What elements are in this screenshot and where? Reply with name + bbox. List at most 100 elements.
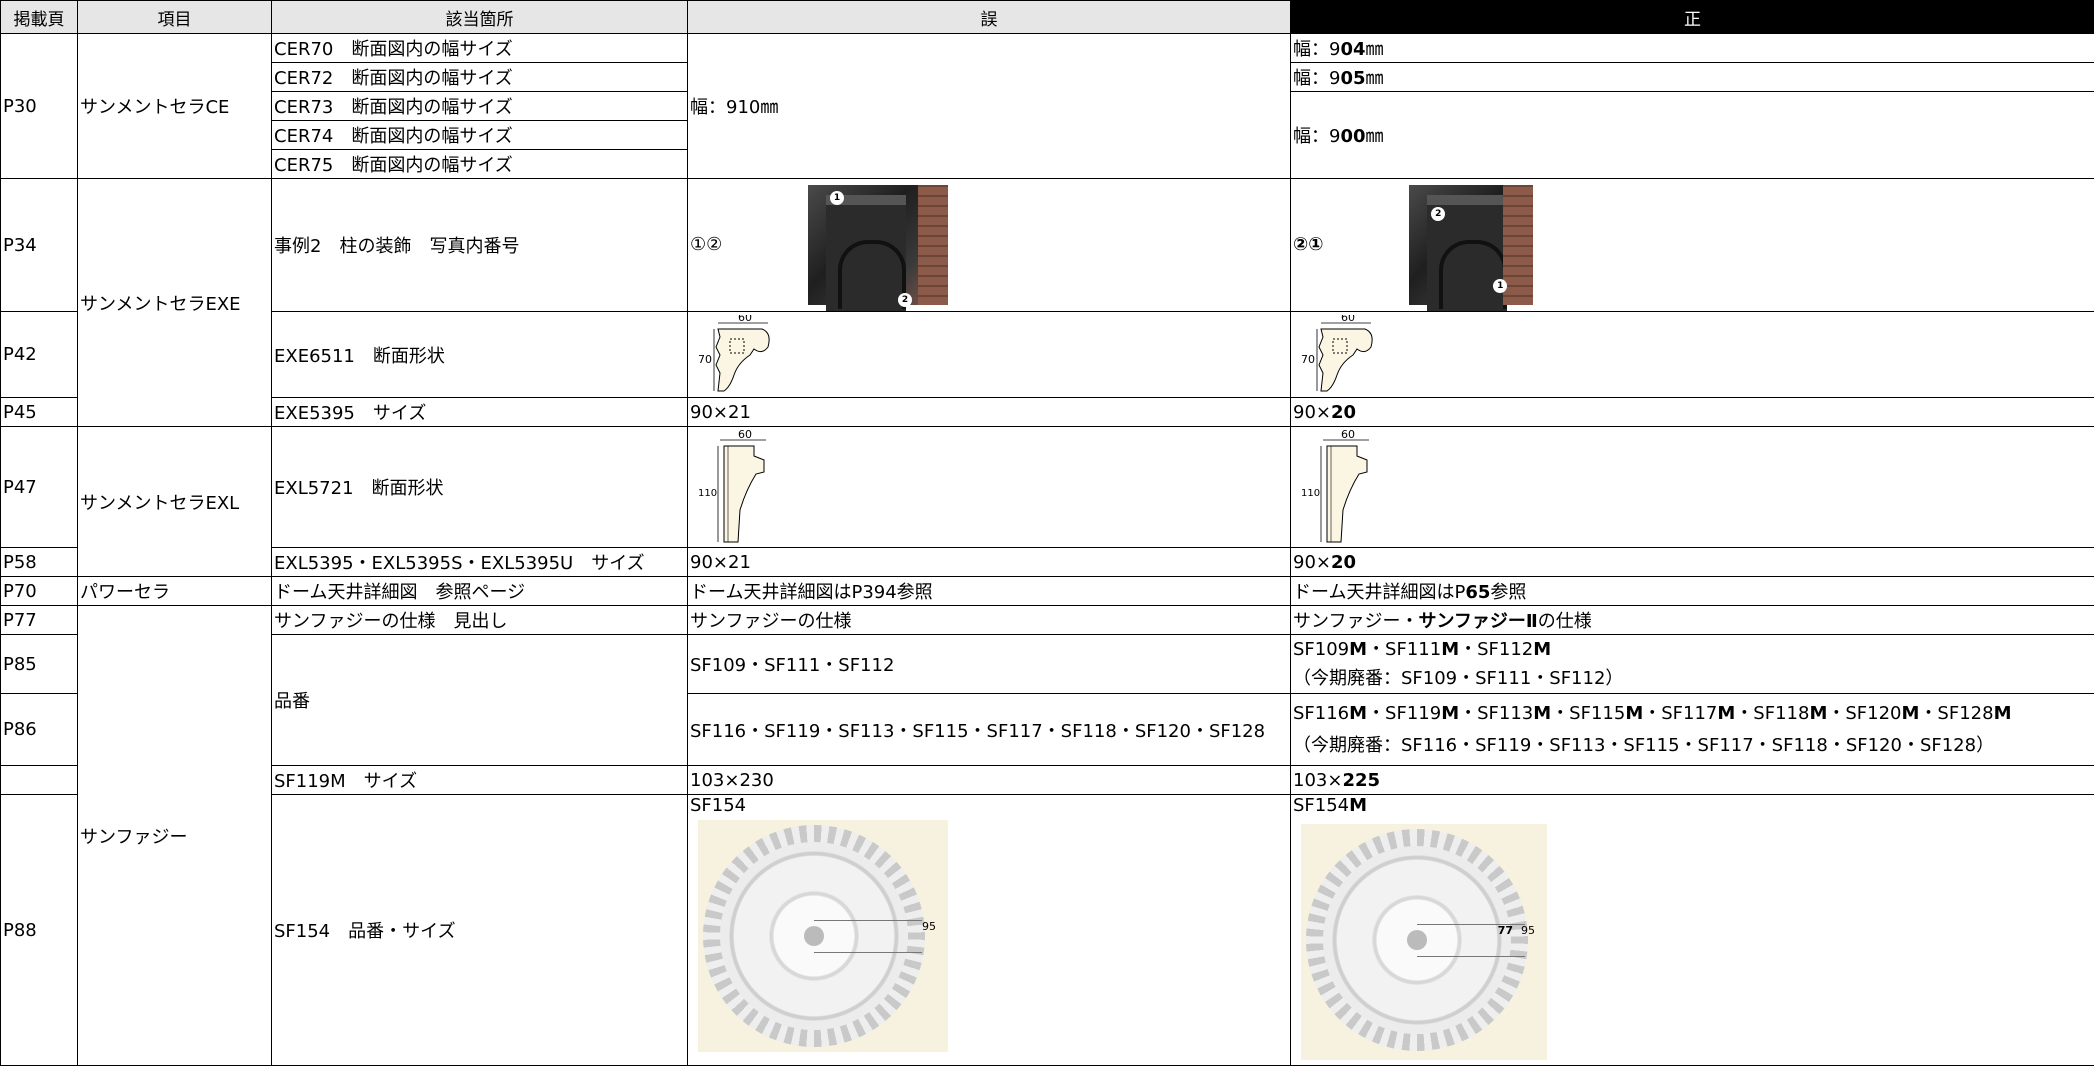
page-cell-empty (0, 765, 78, 795)
table-row: P42 EXE6511 断面形状 60 70 60 70 (0, 311, 2094, 398)
page-cell: P85 (0, 634, 78, 694)
location-cell: CER75 断面図内の幅サイズ (271, 149, 688, 179)
correct-cell: サンファジー・サンファジーⅡの仕様 (1290, 605, 2094, 635)
dim-width-label: 60 (738, 315, 752, 324)
wrong-cell: 103×230 (687, 765, 1291, 795)
correct-line-2: （今期廃番：SF116・SF119・SF113・SF115・SF117・SF11… (1293, 734, 1995, 756)
ceiling-medallion-image: 77 95 (1301, 824, 1547, 1060)
dim-height-label: 70 (698, 353, 712, 366)
correct-line-2: （今期廃番：SF109・SF111・SF112） (1293, 668, 1624, 689)
table-row: P88 SF154 品番・サイズ SF154 95 SF154M 77 95 (0, 794, 2094, 1066)
dim-label: 77 (1497, 924, 1513, 937)
table-row: P30 サンメントセラCE CER70 断面図内の幅サイズ 幅：910㎜ 幅：9… (0, 33, 2094, 179)
location-cell: サンファジーの仕様 見出し (271, 605, 688, 635)
page-cell: P30 (0, 33, 78, 179)
header-row: 掲載頁 項目 該当箇所 誤 正 (0, 0, 2094, 34)
item-cell: サンメントセラCE (77, 33, 272, 179)
location-cell: EXL5395・EXL5395S・EXL5395U サイズ (271, 547, 688, 577)
wrong-number-text: ①② (690, 234, 723, 255)
page-cell: P45 (0, 397, 78, 427)
table-row: P47 サンメントセラEXL EXL5721 断面形状 60 110 60 11… (0, 426, 2094, 577)
correct-cell: 幅：904㎜ (1290, 33, 2094, 63)
page-cell: P47 (0, 426, 78, 548)
location-cell: 事例2 柱の装飾 写真内番号 (271, 178, 688, 312)
profile-drawing: 60 110 (1301, 430, 1369, 542)
table-row: P58 EXL5395・EXL5395S・EXL5395U サイズ 90×21 … (0, 547, 2094, 577)
photo-marker: 2 (898, 293, 913, 307)
location-cell: CER70 断面図内の幅サイズ (271, 33, 688, 63)
dim-height-label: 110 (1301, 488, 1320, 499)
correct-line-1: SF116M・SF119M・SF113M・SF115M・SF117M・SF118… (1293, 702, 2012, 724)
profile-drawing: 60 110 (698, 430, 766, 542)
location-cell: EXL5721 断面形状 (271, 426, 688, 548)
header-item: 項目 (77, 0, 272, 34)
location-cell: ドーム天井詳細図 参照ページ (271, 576, 688, 606)
wrong-cell: SF109・SF111・SF112 (687, 634, 1291, 694)
dim-width-label: 60 (1341, 430, 1355, 441)
wrong-cell: 90×21 (687, 397, 1291, 427)
dim-width-label: 60 (738, 430, 752, 441)
correct-cell: SF154M 77 95 (1290, 794, 2094, 1066)
correct-cell: ②① 2 1 (1290, 178, 2094, 312)
location-cell: EXE5395 サイズ (271, 397, 688, 427)
header-page: 掲載頁 (0, 0, 78, 34)
item-cell: サンメントセラEXE (77, 178, 272, 427)
location-cell: CER72 断面図内の幅サイズ (271, 62, 688, 92)
location-cell: CER74 断面図内の幅サイズ (271, 120, 688, 150)
correct-line-1: SF109M・SF111M・SF112M (1293, 639, 1552, 660)
wrong-cell: 60 70 (687, 311, 1291, 398)
correct-cell: 90×20 (1290, 397, 2094, 427)
wrong-cell: ①② 1 2 (687, 178, 1291, 312)
errata-table: 掲載頁 項目 該当箇所 誤 正 P30 サンメントセラCE CER70 断面図内… (0, 0, 2094, 1066)
correct-cell: ドーム天井詳細図はP65参照 (1290, 576, 2094, 606)
wrong-cell: SF154 95 (687, 794, 1291, 1066)
column-decoration-photo: 2 1 (1409, 185, 1534, 311)
wrong-cell: 60 110 (687, 426, 1291, 548)
table-row: P45 EXE5395 サイズ 90×21 90×20 (0, 397, 2094, 427)
dim-label: 95 (922, 920, 936, 933)
page-cell: P34 (0, 178, 78, 312)
correct-cell: 103×225 (1290, 765, 2094, 795)
photo-marker: 1 (830, 191, 845, 205)
page-cell: P88 (0, 794, 78, 1066)
column-decoration-photo: 1 2 (808, 185, 949, 311)
location-cell: SF154 品番・サイズ (271, 794, 688, 1066)
dim-height-label: 110 (698, 488, 717, 499)
correct-part-number: SF154M (1293, 795, 1368, 817)
correct-number-text: ②① (1293, 234, 1324, 255)
table-row: P70 パワーセラ ドーム天井詳細図 参照ページ ドーム天井詳細図はP394参照… (0, 576, 2094, 606)
dim-height-label: 70 (1301, 353, 1315, 366)
correct-cell: SF109M・SF111M・SF112M （今期廃番：SF109・SF111・S… (1290, 634, 2094, 694)
location-cell: EXE6511 断面形状 (271, 311, 688, 398)
page-cell: P58 (0, 547, 78, 577)
page-cell: P86 (0, 693, 78, 766)
wrong-cell: 90×21 (687, 547, 1291, 577)
correct-cell: SF116M・SF119M・SF113M・SF115M・SF117M・SF118… (1290, 693, 2094, 766)
item-cell: サンファジー (77, 605, 272, 1066)
correct-cell: 90×20 (1290, 547, 2094, 577)
header-location: 該当箇所 (271, 0, 688, 34)
table-row: P77 サンファジー サンファジーの仕様 見出し サンファジーの仕様 サンファジ… (0, 605, 2094, 1066)
location-cell: SF119M サイズ (271, 765, 688, 795)
dim-width-label: 60 (1341, 315, 1355, 324)
wrong-cell: SF116・SF119・SF113・SF115・SF117・SF118・SF12… (687, 693, 1291, 766)
page-cell: P42 (0, 311, 78, 398)
table-row: P34 サンメントセラEXE 事例2 柱の装飾 写真内番号 ①② 1 2 ②① … (0, 178, 2094, 427)
wrong-cell: サンファジーの仕様 (687, 605, 1291, 635)
correct-cell: 60 110 (1290, 426, 2094, 548)
header-wrong: 誤 (687, 0, 1291, 34)
item-cell: パワーセラ (77, 576, 272, 606)
table-row: SF119M サイズ 103×230 103×225 (0, 765, 2094, 795)
location-cell: CER73 断面図内の幅サイズ (271, 91, 688, 121)
header-correct: 正 (1290, 0, 2094, 34)
wrong-cell: ドーム天井詳細図はP394参照 (687, 576, 1291, 606)
table-row: P85 品番 SF109・SF111・SF112 SF109M・SF111M・S… (0, 634, 2094, 766)
item-cell: サンメントセラEXL (77, 426, 272, 577)
wrong-part-number: SF154 (690, 795, 747, 817)
profile-drawing: 60 70 (1301, 315, 1373, 391)
location-cell: 品番 (271, 634, 688, 766)
page-cell: P70 (0, 576, 78, 606)
correct-cell: 60 70 (1290, 311, 2094, 398)
ceiling-medallion-image: 95 (698, 820, 948, 1052)
wrong-cell: 幅：910㎜ (687, 33, 1291, 179)
